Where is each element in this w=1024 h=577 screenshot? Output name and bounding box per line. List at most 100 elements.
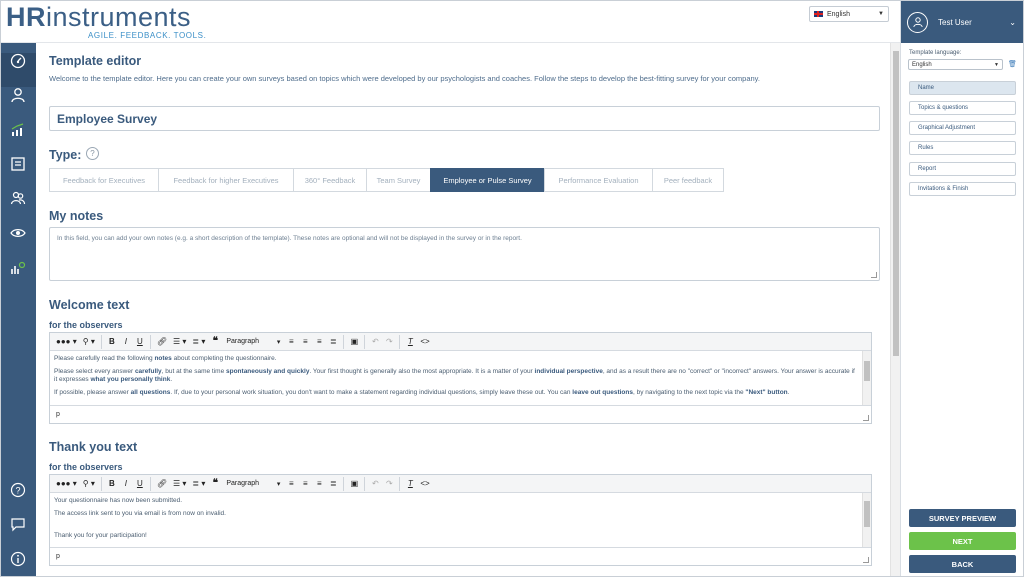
step-invitations-finish[interactable]: Invitations & Finish [909,182,1016,196]
step-report[interactable]: Report [909,162,1016,176]
scrollbar-thumb[interactable] [893,51,899,356]
text-run: about completing the questionnaire. [171,355,277,362]
help-circle-icon[interactable]: ? [86,147,99,160]
hrinstruments-logo[interactable]: HRinstruments AGILE. FEEDBACK. TOOLS. [6,4,206,41]
scrollbar-thumb[interactable] [864,361,870,381]
align-center-icon[interactable]: ≡ [298,477,312,491]
align-right-icon[interactable]: ≡ [312,477,326,491]
align-right-icon[interactable]: ≡ [312,335,326,349]
step-topics-questions[interactable]: Topics & questions [909,101,1016,115]
site-language-select[interactable]: English ▼ [809,6,889,22]
type-tab-peer-feedback[interactable]: Peer feedback [652,168,724,192]
italic-icon[interactable]: I [119,477,133,491]
analytics-icon[interactable] [9,121,27,139]
blockquote-icon[interactable]: ❝ [208,477,222,491]
bullet-list-icon[interactable]: ☰ ▾ [170,335,189,349]
next-button[interactable]: NEXT [909,532,1016,550]
main-scrollbar[interactable] [890,43,900,576]
align-justify-icon[interactable]: ≣ [326,477,340,491]
divider [343,334,345,349]
type-tab-higher-executives[interactable]: Feedback for higher Executives [158,168,293,192]
redo-icon[interactable]: ↷ [382,477,396,491]
help-icon[interactable]: ? [9,481,27,499]
thanks-subheading: for the observers [49,462,123,472]
info-icon[interactable] [9,550,27,568]
notes-heading: My notes [49,209,104,223]
bullet-list-icon[interactable]: ☰ ▾ [170,477,189,491]
template-language-select[interactable]: English ▼ [908,59,1003,70]
welcome-heading: Welcome text [49,298,130,312]
align-left-icon[interactable]: ≡ [284,335,298,349]
more-options-icon[interactable]: ●●● ▾ [53,477,80,491]
source-code-icon[interactable]: <> [417,477,432,491]
undo-icon[interactable]: ↶ [368,335,382,349]
user-icon[interactable] [9,86,27,104]
text-run: , by navigating to the next topic via th… [632,389,746,396]
left-nav: ? [1,43,36,576]
resize-handle-icon[interactable] [871,272,877,278]
undo-icon[interactable]: ↶ [368,477,382,491]
image-icon[interactable]: ▣ [347,335,361,349]
step-name[interactable]: Name [909,81,1016,95]
thanks-paragraph-3: Thank you for your participation! [54,532,147,539]
step-graphical-adjustment[interactable]: Graphical Adjustment [909,121,1016,135]
type-tab-performance-evaluation[interactable]: Performance Evaluation [544,168,652,192]
align-left-icon[interactable]: ≡ [284,477,298,491]
link-icon[interactable]: 🔗︎ [154,477,170,491]
underline-icon[interactable]: U [133,477,147,491]
bold-icon[interactable]: B [105,477,119,491]
resize-handle-icon[interactable] [863,415,869,421]
thanks-editor-scrollbar[interactable] [862,493,871,547]
text-run: spontaneously and quickly [226,368,310,375]
back-button[interactable]: BACK [909,555,1016,573]
user-menu[interactable]: Test User ⌄ [901,1,1023,43]
resize-handle-icon[interactable] [863,557,869,563]
user-name: Test User [938,17,972,27]
placeholder-icon[interactable]: ⚲ ▾ [80,335,98,349]
paragraph-format-select[interactable]: Paragraph ▾ [222,335,284,349]
step-rules[interactable]: Rules [909,141,1016,155]
dashboard-icon[interactable] [9,52,27,70]
source-code-icon[interactable]: <> [417,335,432,349]
blockquote-icon[interactable]: ❝ [208,335,222,349]
align-justify-icon[interactable]: ≣ [326,335,340,349]
numbered-list-icon[interactable]: ≣ ▾ [189,335,208,349]
text-run: all questions [130,389,171,396]
document-icon[interactable] [9,155,27,173]
type-tab-360-feedback[interactable]: 360° Feedback [293,168,366,192]
more-options-icon[interactable]: ●●● ▾ [53,335,80,349]
welcome-editor-scrollbar[interactable] [862,351,871,405]
chat-icon[interactable] [9,515,27,533]
paragraph-format-select[interactable]: Paragraph ▾ [222,477,284,491]
scrollbar-thumb[interactable] [864,501,870,527]
placeholder-icon[interactable]: ⚲ ▾ [80,477,98,491]
type-tab-feedback-executives[interactable]: Feedback for Executives [49,168,158,192]
align-center-icon[interactable]: ≡ [298,335,312,349]
notes-textarea[interactable]: In this field, you can add your own note… [49,227,880,281]
thanks-editor-content[interactable]: Your questionnaire has now been submitte… [50,493,871,547]
link-icon[interactable]: 🔗︎ [154,335,170,349]
bold-icon[interactable]: B [105,335,119,349]
logo-tagline: AGILE. FEEDBACK. TOOLS. [88,31,207,40]
numbered-list-icon[interactable]: ≣ ▾ [189,477,208,491]
underline-icon[interactable]: U [133,335,147,349]
survey-preview-button[interactable]: SURVEY PREVIEW [909,509,1016,527]
image-icon[interactable]: ▣ [347,477,361,491]
welcome-editor: ●●● ▾ ⚲ ▾ B I U 🔗︎ ☰ ▾ ≣ ▾ ❝ Paragraph ▾ … [49,332,872,424]
eye-icon[interactable] [9,224,27,242]
divider [364,334,366,349]
clear-format-icon[interactable]: T [403,335,417,349]
page-title: Template editor [49,54,142,68]
redo-icon[interactable]: ↷ [382,335,396,349]
survey-name-input[interactable]: Employee Survey [49,106,880,131]
people-icon[interactable] [9,189,27,207]
italic-icon[interactable]: I [119,335,133,349]
clear-format-icon[interactable]: T [403,477,417,491]
type-tab-team-survey[interactable]: Team Survey [366,168,430,192]
divider [100,476,102,491]
template-editor-icon[interactable] [9,259,27,277]
trash-icon[interactable]: 🗑︎ [1008,60,1017,68]
welcome-editor-content[interactable]: Please carefully read the following note… [50,351,871,405]
survey-type-tabs: Feedback for Executives Feedback for hig… [49,168,724,192]
type-tab-employee-pulse[interactable]: Employee or Pulse Survey [430,168,544,192]
